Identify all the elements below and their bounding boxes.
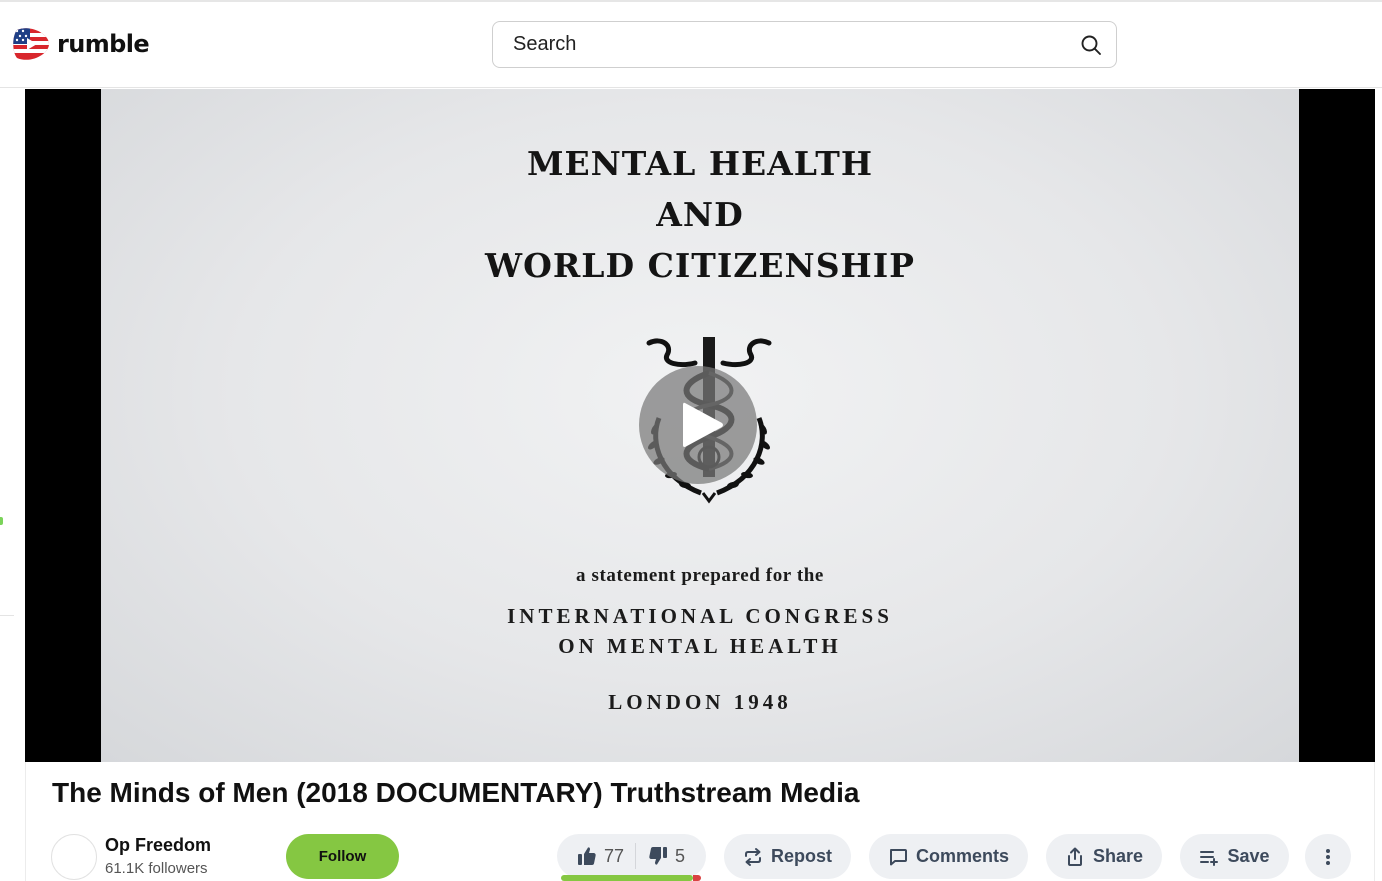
logo-wordmark: rumble — [57, 30, 150, 58]
save-label: Save — [1227, 846, 1270, 866]
search-icon[interactable] — [1080, 34, 1102, 56]
video-player[interactable]: MENTAL HEALTH AND WORLD CITIZENSHIP a st… — [25, 89, 1375, 762]
repost-icon — [744, 847, 761, 866]
sidebar-edge — [0, 88, 14, 616]
dislike-button[interactable]: 5 — [636, 834, 685, 878]
site-header: rumble — [0, 2, 1382, 88]
search-input[interactable] — [513, 22, 1063, 67]
more-vertical-icon — [1326, 848, 1330, 865]
more-options-button[interactable] — [1305, 834, 1351, 879]
follow-button[interactable]: Follow — [286, 834, 399, 879]
channel-name[interactable]: Op Freedom — [105, 835, 211, 856]
thumbs-up-icon — [578, 847, 596, 865]
sidebar-indicator — [0, 517, 3, 525]
comments-button[interactable]: Comments — [869, 834, 1028, 879]
repost-button[interactable]: Repost — [724, 834, 851, 879]
frame-text-line1: MENTAL HEALTH — [526, 144, 874, 183]
repost-label: Repost — [770, 846, 832, 866]
frame-place-year: LONDON 1948 — [608, 690, 792, 714]
share-button[interactable]: Share — [1046, 834, 1162, 879]
thumbs-down-icon — [649, 847, 667, 865]
channel-followers: 61.1K followers — [105, 860, 208, 877]
like-count: 77 — [604, 845, 625, 866]
like-button[interactable]: 77 — [557, 834, 635, 878]
frame-org-line1: INTERNATIONAL CONGRESS — [507, 604, 893, 628]
comments-label: Comments — [915, 846, 1009, 866]
comment-icon — [889, 848, 907, 865]
channel-avatar[interactable] — [51, 834, 97, 880]
frame-statement: a statement prepared for the — [576, 565, 824, 586]
rumble-logo-icon — [13, 28, 49, 60]
play-icon — [683, 402, 723, 447]
vote-ratio-bar — [561, 875, 693, 881]
save-button[interactable]: Save — [1180, 834, 1289, 879]
frame-org-line2: ON MENTAL HEALTH — [558, 634, 842, 658]
share-label: Share — [1092, 846, 1144, 866]
share-icon — [1067, 847, 1082, 866]
playlist-add-icon — [1200, 850, 1219, 866]
video-title: The Minds of Men (2018 DOCUMENTARY) Trut… — [52, 777, 860, 808]
vote-ratio-dislike — [693, 875, 701, 881]
dislike-count: 5 — [675, 845, 686, 866]
video-info: The Minds of Men (2018 DOCUMENTARY) Trut… — [25, 762, 1375, 881]
search-box — [492, 21, 1117, 68]
rumble-logo[interactable]: rumble — [11, 24, 150, 64]
play-button[interactable] — [639, 366, 757, 484]
frame-text-line2: AND — [656, 195, 744, 234]
vote-control: 77 5 — [557, 834, 706, 878]
frame-text-line3: WORLD CITIZENSHIP — [485, 246, 915, 285]
